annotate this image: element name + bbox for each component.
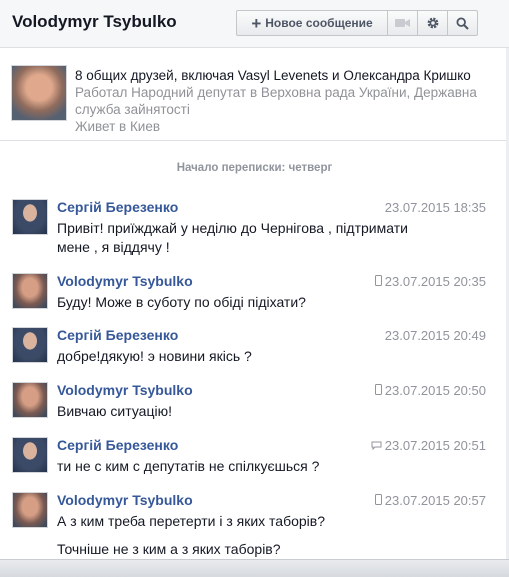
city-line: Живет в Киев bbox=[75, 119, 161, 134]
message-timestamp: 23.07.2015 20:50 bbox=[374, 383, 486, 398]
message-time: 23.07.2015 18:35 bbox=[384, 200, 486, 215]
message-item: Volodymyr Tsybulko 23.07.2015 20:35 Буду… bbox=[0, 273, 509, 327]
message-time: 23.07.2015 20:57 bbox=[384, 493, 486, 508]
message-text: ти не с ким с депутатів не спілкуєшься ? bbox=[57, 458, 320, 474]
gear-icon bbox=[426, 16, 440, 30]
message-timestamp: 23.07.2015 20:57 bbox=[374, 493, 486, 508]
avatar[interactable] bbox=[12, 273, 48, 309]
message-author[interactable]: Сергій Березенко bbox=[57, 327, 178, 343]
message-item: Сергій Березенко 23.07.2015 20:51 ти не … bbox=[0, 437, 509, 491]
message-item: Volodymyr Tsybulko 23.07.2015 20:50 Вивч… bbox=[0, 382, 509, 436]
settings-button[interactable] bbox=[417, 10, 448, 36]
avatar[interactable] bbox=[12, 382, 48, 418]
avatar[interactable] bbox=[12, 327, 48, 363]
video-call-button[interactable] bbox=[387, 10, 418, 36]
work-line: Работал Народний депутат в Верховна рада… bbox=[75, 85, 477, 117]
video-icon bbox=[395, 18, 410, 28]
composer-edge bbox=[0, 559, 509, 577]
message-item: Сергій Березенко 23.07.2015 20:49 добре!… bbox=[0, 327, 509, 381]
avatar[interactable] bbox=[12, 437, 48, 473]
header-toolbar: + Новое сообщение bbox=[236, 10, 478, 36]
message-item: Сергій Березенко 23.07.2015 18:35 Привіт… bbox=[0, 199, 509, 255]
message-timestamp: 23.07.2015 20:49 bbox=[385, 328, 486, 343]
search-button[interactable] bbox=[447, 10, 478, 36]
phone-icon bbox=[374, 493, 382, 508]
profile-info: 8 общих друзей, включая Vasyl Levenets и… bbox=[75, 67, 495, 135]
message-text: Привіт! приїжджай у неділю до Чернігова … bbox=[57, 220, 408, 255]
conversation-title[interactable]: Volodymyr Tsybulko bbox=[12, 12, 177, 32]
message-text: Буду! Може в суботу по обіді підіхати? bbox=[57, 294, 306, 310]
conversation-start-separator: Начало переписки: четверг bbox=[176, 162, 333, 174]
message-author[interactable]: Volodymyr Tsybulko bbox=[57, 492, 193, 508]
new-message-label: Новое сообщение bbox=[265, 16, 373, 30]
search-icon bbox=[456, 16, 469, 30]
new-message-button[interactable]: + Новое сообщение bbox=[236, 10, 388, 36]
message-item: Volodymyr Tsybulko 23.07.2015 20:57 А з … bbox=[0, 492, 509, 546]
message-author[interactable]: Volodymyr Tsybulko bbox=[57, 273, 193, 289]
message-timestamp: 23.07.2015 20:35 bbox=[374, 274, 486, 289]
message-time: 23.07.2015 20:51 bbox=[384, 438, 486, 453]
message-author[interactable]: Volodymyr Tsybulko bbox=[57, 382, 193, 398]
profile-summary: 8 общих друзей, включая Vasyl Levenets и… bbox=[0, 49, 509, 141]
plus-icon: + bbox=[251, 13, 262, 33]
message-timestamp: 23.07.2015 20:51 bbox=[371, 438, 486, 453]
conversation-header: Volodymyr Tsybulko + Новое сообщение bbox=[0, 0, 509, 48]
message-text: добре!дякую! э новини якісь ? bbox=[57, 348, 252, 364]
message-timestamp: 23.07.2015 18:35 bbox=[385, 200, 486, 215]
message-continuation-text: Точніше не з ким а з яких таборів? bbox=[57, 541, 281, 557]
message-time: 23.07.2015 20:50 bbox=[384, 383, 486, 398]
avatar[interactable] bbox=[12, 492, 48, 528]
phone-icon bbox=[374, 274, 382, 289]
phone-icon bbox=[374, 383, 382, 398]
profile-avatar[interactable] bbox=[11, 65, 67, 121]
message-time: 23.07.2015 20:35 bbox=[384, 274, 486, 289]
message-author[interactable]: Сергій Березенко bbox=[57, 437, 178, 453]
message-text: А з ким треба перетерти і з яких таборів… bbox=[57, 513, 326, 529]
message-time: 23.07.2015 20:49 bbox=[384, 328, 486, 343]
chat-icon bbox=[371, 438, 382, 453]
mutual-friends-line: 8 общих друзей, включая Vasyl Levenets и… bbox=[75, 68, 471, 83]
message-author[interactable]: Сергій Березенко bbox=[57, 199, 178, 215]
avatar[interactable] bbox=[12, 199, 48, 235]
message-text: Вивчаю ситуацію! bbox=[57, 403, 172, 419]
